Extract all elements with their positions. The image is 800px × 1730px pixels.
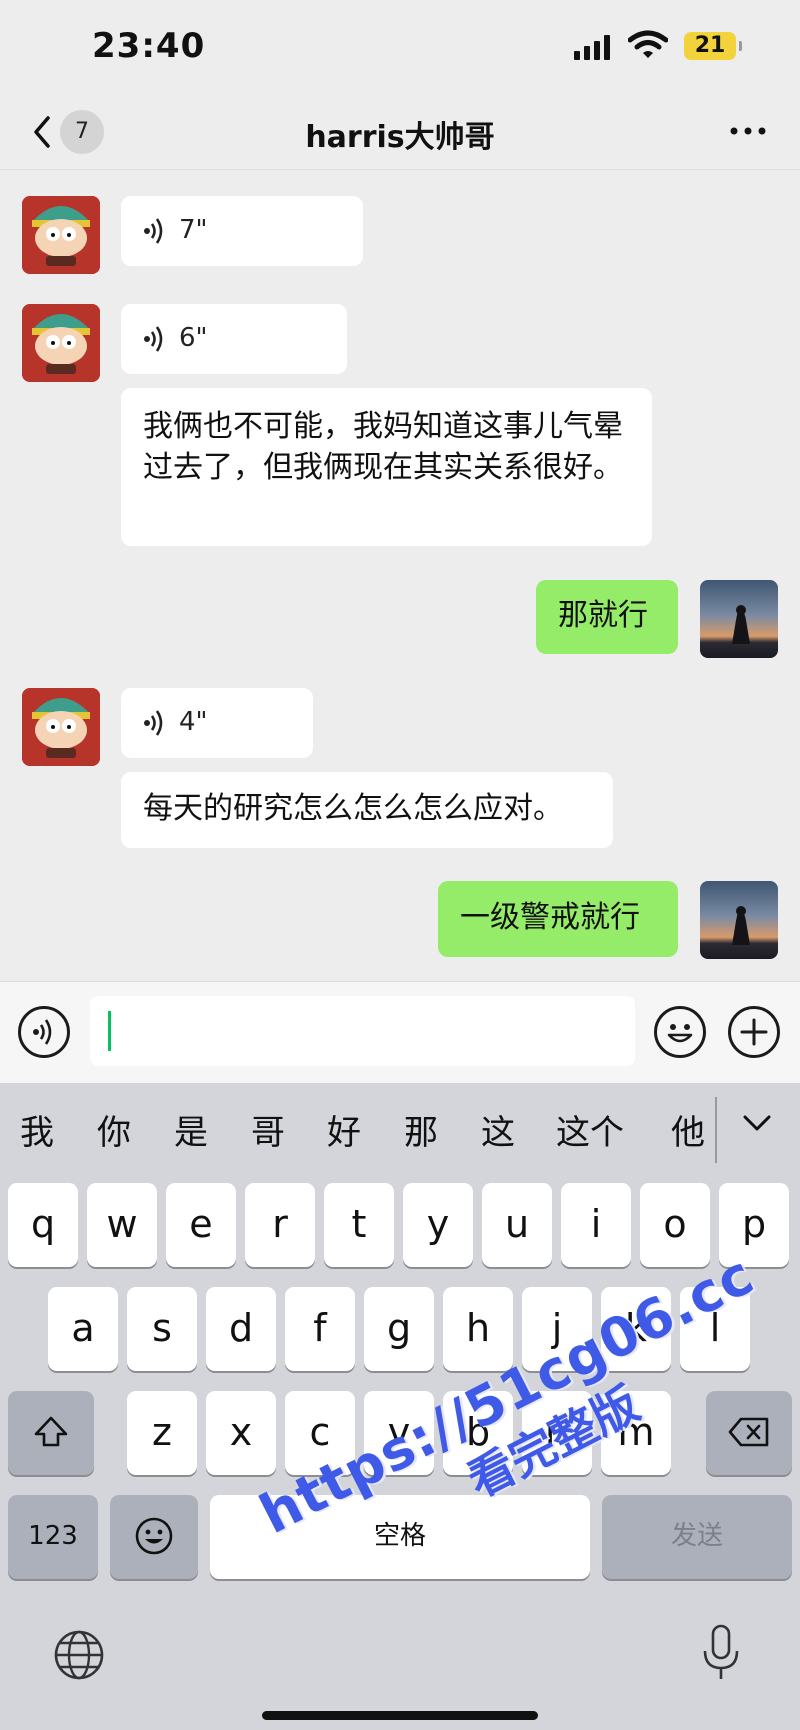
- keyboard: 我 你 是 哥 好 那 这 这个 他 q w e r t y u i o p a…: [0, 1083, 800, 1730]
- key-b[interactable]: b: [443, 1391, 513, 1475]
- contact-avatar[interactable]: [22, 196, 100, 274]
- chat-screen: 23:40 21 7 harris大帅哥 7" 6" 我俩也不可能，我妈知道这事…: [0, 0, 800, 1730]
- battery-indicator: 21: [684, 32, 742, 60]
- outgoing-text-message[interactable]: 那就行: [536, 580, 678, 654]
- emoji-button[interactable]: [654, 1006, 706, 1058]
- candidate-bar: 我 你 是 哥 好 那 这 这个 他: [0, 1083, 800, 1179]
- key-z[interactable]: z: [127, 1391, 197, 1475]
- backspace-key[interactable]: [706, 1391, 792, 1475]
- voice-duration: 7": [179, 215, 208, 245]
- message-input[interactable]: [90, 996, 635, 1066]
- key-i[interactable]: i: [561, 1183, 631, 1267]
- key-j[interactable]: j: [522, 1287, 592, 1371]
- voice-icon: [144, 217, 163, 244]
- key-o[interactable]: o: [640, 1183, 710, 1267]
- candidate[interactable]: 是: [174, 1105, 208, 1154]
- key-r[interactable]: r: [245, 1183, 315, 1267]
- key-m[interactable]: m: [601, 1391, 671, 1475]
- chevron-down-icon[interactable]: [740, 1111, 774, 1135]
- candidate[interactable]: 那: [404, 1105, 438, 1154]
- key-s[interactable]: s: [127, 1287, 197, 1371]
- backspace-icon: [728, 1417, 769, 1447]
- key-l[interactable]: l: [680, 1287, 750, 1371]
- candidate[interactable]: 我: [20, 1105, 54, 1154]
- globe-icon[interactable]: [52, 1628, 106, 1682]
- more-functions-button[interactable]: [728, 1006, 780, 1058]
- voice-input-button[interactable]: [18, 1006, 70, 1058]
- input-bar: [0, 981, 800, 1083]
- candidate[interactable]: 你: [97, 1105, 131, 1154]
- send-key[interactable]: 发送: [602, 1495, 792, 1579]
- incoming-text-message[interactable]: 我俩也不可能，我妈知道这事儿气晕过去了，但我俩现在其实关系很好。: [121, 388, 652, 546]
- voice-icon: [33, 1019, 52, 1045]
- contact-avatar[interactable]: [22, 688, 100, 766]
- voice-duration: 4": [179, 707, 208, 737]
- key-h[interactable]: h: [443, 1287, 513, 1371]
- key-y[interactable]: y: [403, 1183, 473, 1267]
- emoji-key[interactable]: [110, 1495, 198, 1579]
- key-x[interactable]: x: [206, 1391, 276, 1475]
- candidate[interactable]: 这个: [556, 1105, 624, 1154]
- emoji-icon: [135, 1517, 173, 1555]
- key-e[interactable]: e: [166, 1183, 236, 1267]
- voice-icon: [144, 325, 163, 352]
- candidate[interactable]: 他: [671, 1105, 705, 1154]
- incoming-voice-message[interactable]: 6": [121, 304, 347, 374]
- key-q[interactable]: q: [8, 1183, 78, 1267]
- key-d[interactable]: d: [206, 1287, 276, 1371]
- voice-icon: [144, 709, 163, 736]
- candidate[interactable]: 好: [327, 1105, 361, 1154]
- shift-key[interactable]: [8, 1391, 94, 1475]
- key-u[interactable]: u: [482, 1183, 552, 1267]
- incoming-text-message[interactable]: 每天的研究怎么怎么怎么应对。: [121, 772, 613, 848]
- emoji-icon: [667, 1024, 693, 1043]
- key-f[interactable]: f: [285, 1287, 355, 1371]
- more-icon[interactable]: [728, 116, 768, 146]
- key-n[interactable]: n: [522, 1391, 592, 1475]
- status-bar: 23:40 21: [0, 0, 800, 96]
- key-a[interactable]: a: [48, 1287, 118, 1371]
- mic-icon[interactable]: [700, 1623, 742, 1683]
- contact-avatar[interactable]: [22, 304, 100, 382]
- home-indicator: [262, 1711, 538, 1720]
- numbers-key[interactable]: 123: [8, 1495, 98, 1579]
- chat-header: 7 harris大帅哥: [0, 96, 800, 170]
- incoming-voice-message[interactable]: 4": [121, 688, 313, 758]
- candidate-divider: [715, 1097, 717, 1163]
- key-g[interactable]: g: [364, 1287, 434, 1371]
- space-key[interactable]: 空格: [210, 1495, 590, 1579]
- my-avatar[interactable]: [700, 881, 778, 959]
- candidate[interactable]: 这: [481, 1105, 515, 1154]
- key-p[interactable]: p: [719, 1183, 789, 1267]
- key-c[interactable]: c: [285, 1391, 355, 1475]
- my-avatar[interactable]: [700, 580, 778, 658]
- status-time: 23:40: [92, 26, 206, 66]
- message-list[interactable]: 7" 6" 我俩也不可能，我妈知道这事儿气晕过去了，但我俩现在其实关系很好。 那…: [0, 171, 800, 981]
- key-k[interactable]: k: [601, 1287, 671, 1371]
- outgoing-text-message[interactable]: 一级警戒就行: [438, 881, 678, 957]
- voice-duration: 6": [179, 323, 208, 353]
- key-t[interactable]: t: [324, 1183, 394, 1267]
- key-w[interactable]: w: [87, 1183, 157, 1267]
- plus-icon: [740, 1018, 768, 1046]
- text-caret: [108, 1011, 111, 1051]
- candidate[interactable]: 哥: [251, 1105, 285, 1154]
- incoming-voice-message[interactable]: 7": [121, 196, 363, 266]
- wifi-icon: [628, 30, 668, 58]
- chat-title: harris大帅哥: [305, 120, 495, 155]
- cellular-signal-icon: [574, 34, 610, 60]
- key-v[interactable]: v: [364, 1391, 434, 1475]
- shift-icon: [34, 1416, 68, 1447]
